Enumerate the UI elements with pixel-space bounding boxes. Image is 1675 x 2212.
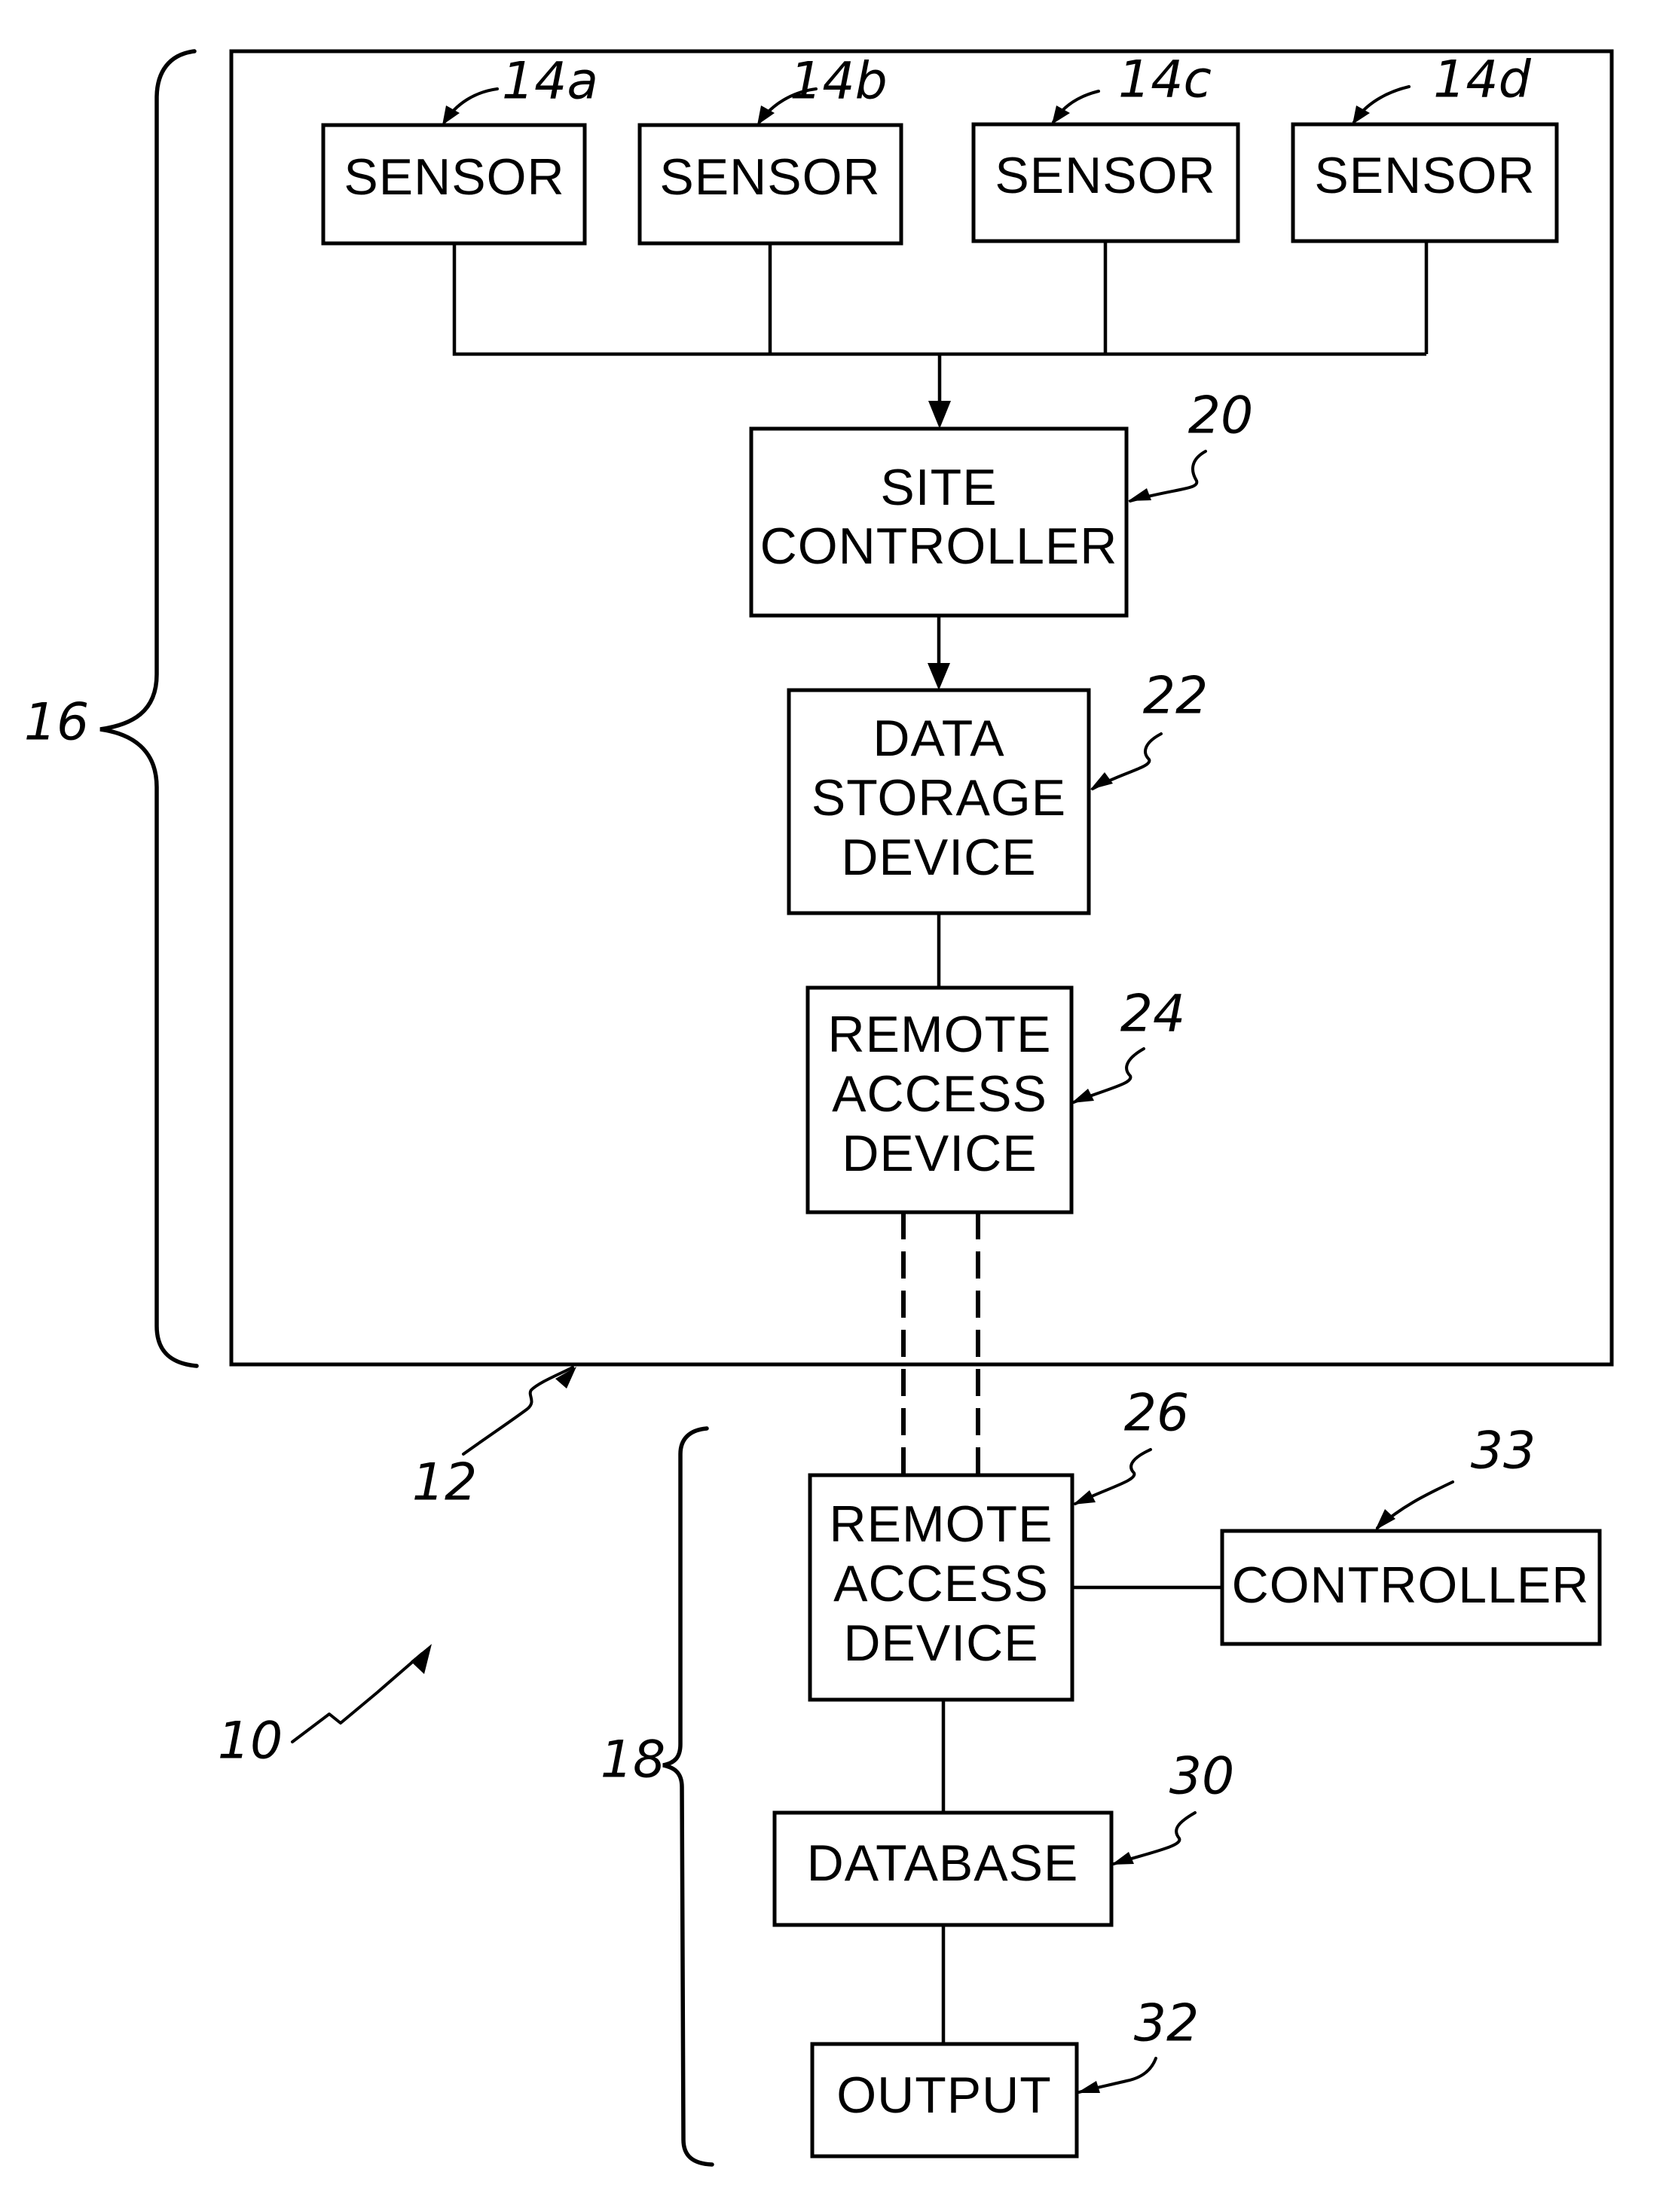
controller-label: CONTROLLER bbox=[1232, 1557, 1590, 1614]
remote-access-24-line-2: ACCESS bbox=[832, 1065, 1047, 1123]
brace-16 bbox=[99, 49, 199, 1368]
remote-access-26-line-2: ACCESS bbox=[833, 1555, 1049, 1612]
data-storage-line-2: STORAGE bbox=[812, 769, 1066, 826]
ref-label-14c: 14c bbox=[1118, 50, 1212, 110]
arrow-icon bbox=[1071, 1089, 1094, 1103]
output-box: OUTPUT bbox=[810, 2042, 1079, 2159]
database-box: DATABASE bbox=[772, 1810, 1114, 1927]
arrow-icon bbox=[1128, 488, 1151, 501]
arrow-icon bbox=[1073, 1490, 1096, 1505]
ref-label-33: 33 bbox=[1471, 1422, 1536, 1481]
sensor-label: SENSOR bbox=[659, 148, 880, 206]
ref-label-14d: 14d bbox=[1433, 50, 1532, 110]
sensor-14d: SENSOR bbox=[1291, 122, 1559, 243]
controller-box: CONTROLLER bbox=[1220, 1529, 1602, 1646]
site-controller: SITE CONTROLLER bbox=[749, 426, 1129, 618]
ref-label-22: 22 bbox=[1143, 667, 1209, 726]
arrow-icon bbox=[1111, 1852, 1134, 1865]
remote-access-26-line-1: REMOTE bbox=[830, 1496, 1053, 1553]
brace-18 bbox=[662, 1426, 714, 2167]
ref-label-26: 26 bbox=[1124, 1384, 1190, 1444]
arrow-icon bbox=[1077, 2081, 1100, 2093]
database-label: DATABASE bbox=[807, 1835, 1079, 1892]
ref-label-10: 10 bbox=[218, 1712, 283, 1771]
sensor-14c: SENSOR bbox=[971, 122, 1240, 243]
patent-block-diagram: 16 SENSOR SENSOR SENSOR SENSOR 14a 14b 1… bbox=[24, 49, 1614, 2167]
ref-label-24: 24 bbox=[1120, 985, 1186, 1044]
remote-access-device-26: REMOTE ACCESS DEVICE bbox=[808, 1473, 1074, 1702]
ref-label-14a: 14a bbox=[502, 52, 598, 112]
sensor-14a: SENSOR bbox=[321, 123, 587, 246]
sensor-14b: SENSOR bbox=[637, 123, 903, 246]
site-controller-line-1: SITE bbox=[880, 459, 997, 516]
leader-12 bbox=[462, 1366, 574, 1456]
ref-label-30: 30 bbox=[1169, 1747, 1235, 1807]
arrow-icon bbox=[1052, 105, 1070, 124]
site-controller-line-2: CONTROLLER bbox=[760, 518, 1118, 575]
data-storage-line-3: DEVICE bbox=[841, 829, 1036, 886]
arrow-down-icon bbox=[928, 401, 951, 429]
arrow-icon bbox=[411, 1644, 432, 1674]
remote-access-26-line-3: DEVICE bbox=[843, 1615, 1038, 1672]
ref-label-20: 20 bbox=[1188, 386, 1254, 446]
ref-label-16: 16 bbox=[24, 693, 90, 753]
remote-access-device-24: REMOTE ACCESS DEVICE bbox=[805, 985, 1074, 1214]
arrow-down-icon bbox=[928, 663, 950, 690]
sensor-label: SENSOR bbox=[344, 148, 564, 206]
remote-access-24-line-1: REMOTE bbox=[828, 1006, 1052, 1063]
ref-label-12: 12 bbox=[412, 1453, 478, 1513]
leader-10 bbox=[291, 1652, 423, 1743]
data-storage-line-1: DATA bbox=[873, 710, 1004, 767]
sensor-label: SENSOR bbox=[1314, 147, 1535, 204]
output-label: OUTPUT bbox=[836, 2067, 1052, 2124]
sensor-bus bbox=[452, 241, 1429, 356]
sensor-label: SENSOR bbox=[995, 147, 1215, 204]
data-storage-device: DATA STORAGE DEVICE bbox=[787, 688, 1091, 915]
ref-label-14b: 14b bbox=[790, 52, 888, 112]
ref-label-18: 18 bbox=[601, 1731, 666, 1790]
arrow-icon bbox=[1375, 1509, 1395, 1530]
arrow-icon bbox=[1090, 772, 1113, 790]
remote-access-24-line-3: DEVICE bbox=[842, 1125, 1037, 1182]
ref-label-32: 32 bbox=[1134, 1994, 1200, 2054]
